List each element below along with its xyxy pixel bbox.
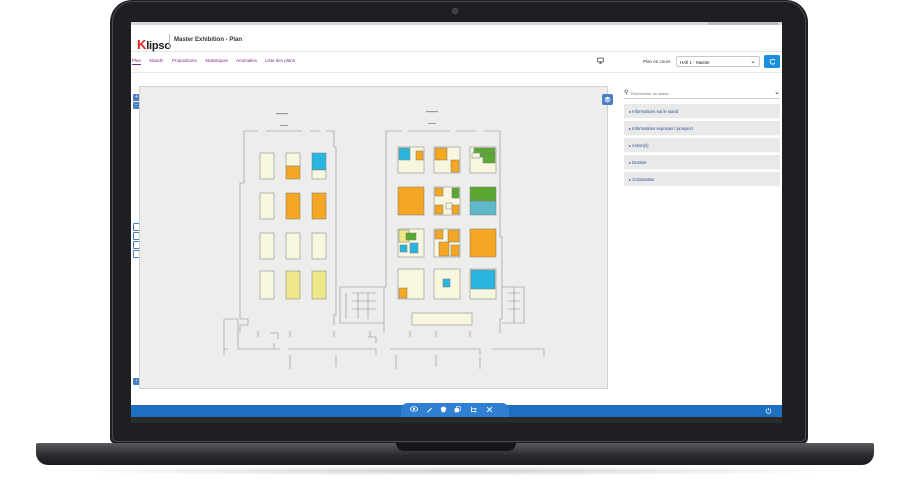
tab-anomalies[interactable]: Anomalies <box>236 58 257 63</box>
plan-select[interactable]: HAll 1 - Master ⌄ <box>676 56 760 67</box>
chevron-down-icon[interactable]: ⌄ <box>774 88 780 96</box>
accordion-stand-info[interactable]: ▸ Informations sur le stand <box>624 104 780 119</box>
pencil-icon[interactable] <box>425 406 434 415</box>
floor-plan-canvas[interactable] <box>139 86 613 389</box>
monitor-icon[interactable] <box>597 57 604 66</box>
tab-bar: Plan Stands Propositions Statistiques An… <box>131 53 782 73</box>
accordion-label: Colorisation <box>632 177 655 182</box>
accordion-label: Action(s) <box>632 143 649 148</box>
logo-k: K <box>137 37 147 52</box>
accordion-label: Dossier <box>632 160 647 165</box>
logo[interactable]: Klipso <box>137 37 171 52</box>
tool-pill <box>401 403 509 418</box>
accordion-dossier[interactable]: ▸ Dossier <box>624 155 780 170</box>
chevron-down-icon: ⌄ <box>750 58 756 65</box>
page-title: Master Exhibition - Plan <box>174 37 243 43</box>
copy-icon[interactable] <box>453 406 462 415</box>
stand-panel: ⚲ Rechercher un stand... ⌄ ▸ Information… <box>621 74 782 407</box>
accordion-exhibitor-info[interactable]: ▸ Informations exposant / prospect <box>624 121 780 136</box>
search-placeholder: Rechercher un stand... <box>631 91 672 96</box>
floor-plan <box>223 111 545 369</box>
tab-statistiques[interactable]: Statistiques <box>205 58 228 63</box>
eye-icon[interactable] <box>409 406 418 414</box>
laptop-mockup: Klipso Master Exhibition - Plan Plan Sta… <box>0 0 910 488</box>
screen: Klipso Master Exhibition - Plan Plan Sta… <box>131 22 782 423</box>
tab-stands[interactable]: Stands <box>149 58 163 63</box>
laptop-shadow <box>60 466 850 476</box>
taskbar <box>131 417 782 423</box>
tab-propositions[interactable]: Propositions <box>172 58 197 63</box>
tab-plan[interactable]: Plan <box>132 58 142 65</box>
accordion-label: Informations sur le stand <box>632 109 679 114</box>
camera-icon <box>452 8 458 14</box>
plan-select-value: HAll 1 - Master <box>680 60 710 65</box>
refresh-button[interactable] <box>764 55 780 68</box>
accordion-colorisation[interactable]: ▸ Colorisation <box>624 172 780 187</box>
laptop-notch <box>396 443 516 451</box>
tools-icon[interactable] <box>485 406 494 415</box>
search-input[interactable]: ⚲ Rechercher un stand... ⌄ <box>624 89 780 99</box>
refresh-icon <box>769 58 775 65</box>
accordion-label: Informations exposant / prospect <box>632 126 694 131</box>
tree-icon[interactable] <box>469 406 478 415</box>
plan-area: + − › <box>131 74 613 407</box>
app-header: Klipso Master Exhibition - Plan <box>131 25 782 52</box>
tab-liste-des-plans[interactable]: Liste des plans <box>265 58 295 63</box>
plan-label: Plan en cours <box>643 59 671 64</box>
shape-icon[interactable] <box>439 406 448 415</box>
accordion-actions[interactable]: ▸ Action(s) <box>624 138 780 153</box>
logo-text: lipso <box>146 40 171 52</box>
power-icon[interactable] <box>765 407 772 416</box>
header-divider <box>169 34 170 48</box>
search-icon: ⚲ <box>624 90 629 96</box>
